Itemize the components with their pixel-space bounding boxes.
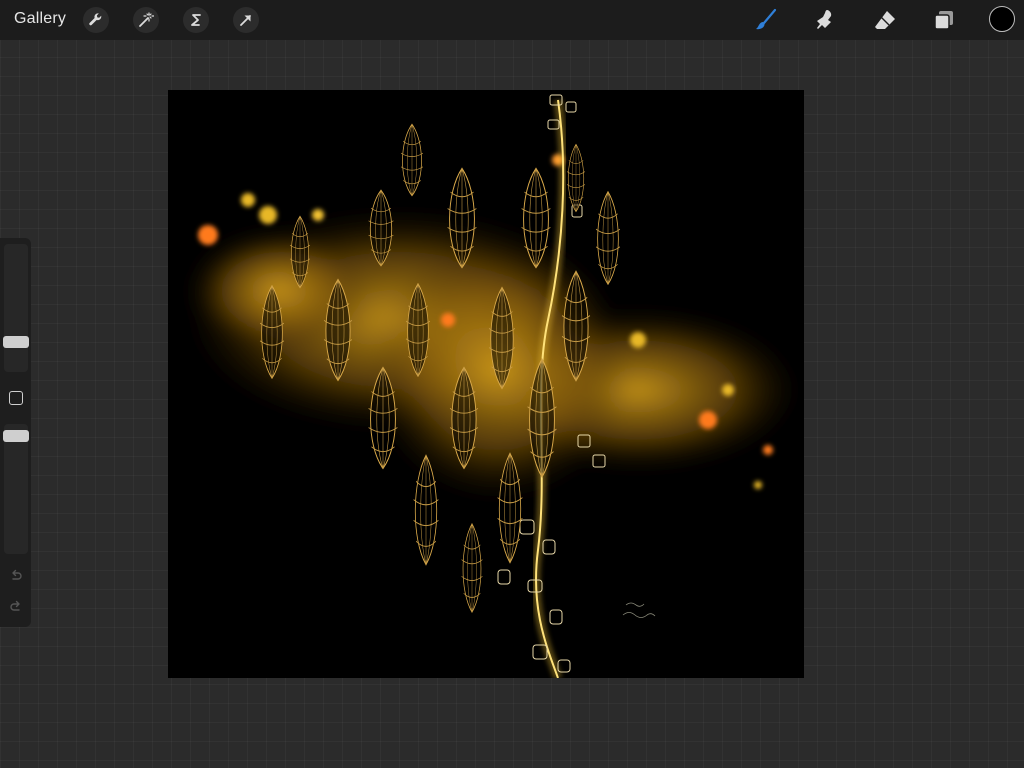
brush-icon: [756, 8, 777, 30]
redo-icon[interactable]: [8, 599, 24, 615]
brush-tool-button[interactable]: [752, 6, 780, 34]
top-toolbar: Gallery: [0, 0, 1024, 40]
layers-icon: [934, 11, 953, 30]
modify-button[interactable]: [9, 391, 23, 405]
gallery-button[interactable]: Gallery: [14, 10, 66, 28]
transform-arrow-icon: [240, 15, 251, 26]
eraser-icon: [875, 11, 895, 29]
adjustments-button[interactable]: [133, 7, 159, 33]
smudge-icon: [817, 10, 832, 29]
brush-size-thumb[interactable]: [3, 336, 29, 348]
selection-icon: [191, 14, 201, 26]
wrench-icon: [89, 13, 102, 26]
actions-button[interactable]: [83, 7, 109, 33]
opacity-thumb[interactable]: [3, 430, 29, 442]
layers-button[interactable]: [930, 6, 958, 34]
drawing-canvas[interactable]: [168, 90, 804, 678]
signature-mark: [622, 602, 656, 618]
magic-wand-icon: [139, 12, 154, 27]
undo-icon[interactable]: [8, 568, 24, 584]
opacity-slider[interactable]: [4, 424, 28, 554]
brush-size-slider[interactable]: [4, 244, 28, 372]
color-picker-button[interactable]: [989, 6, 1015, 32]
brush-sidebar: [0, 238, 31, 627]
smudge-tool-button[interactable]: [811, 6, 839, 34]
artwork: [188, 94, 798, 678]
transform-button[interactable]: [233, 7, 259, 33]
selection-button[interactable]: [183, 7, 209, 33]
eraser-tool-button[interactable]: [871, 6, 899, 34]
